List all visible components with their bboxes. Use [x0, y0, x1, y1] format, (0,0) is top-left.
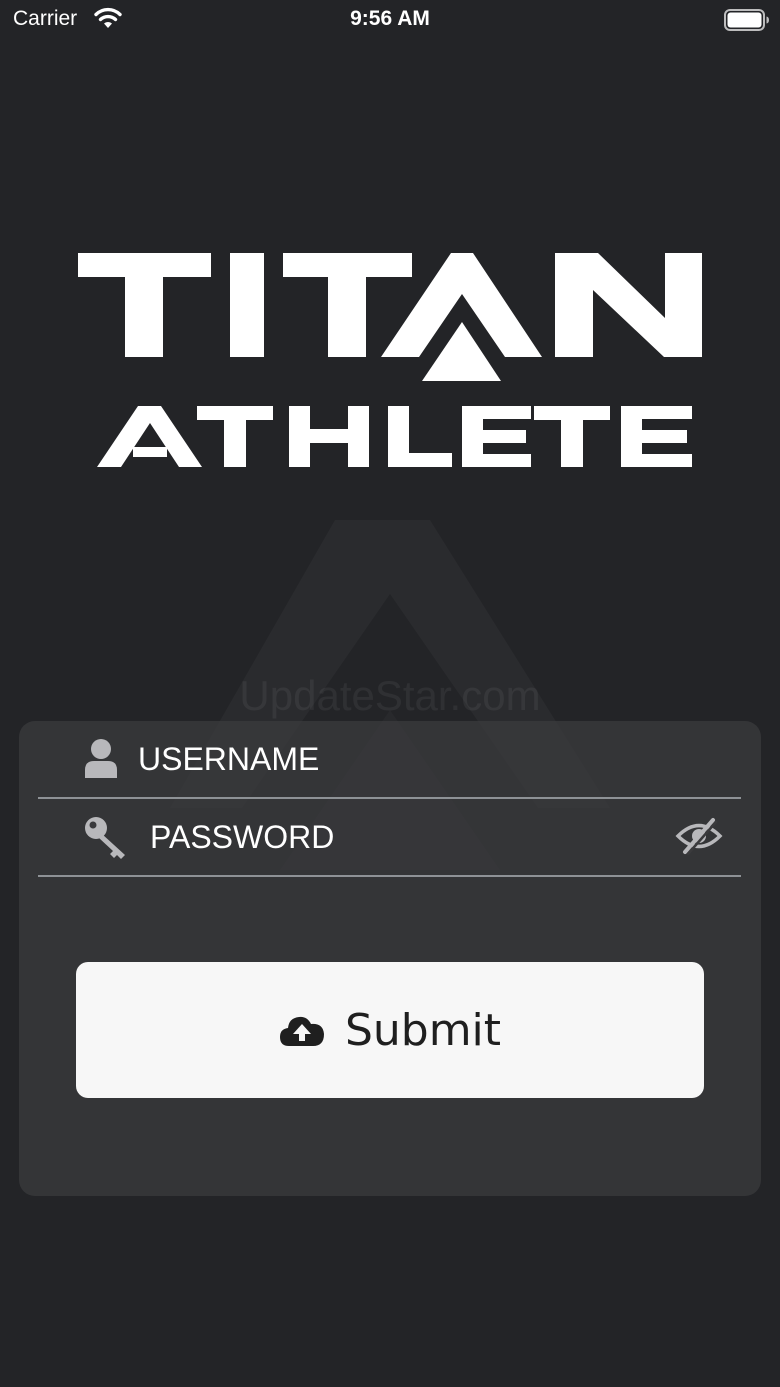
- cloud-upload-icon: [279, 1016, 324, 1046]
- user-icon: [85, 739, 117, 778]
- password-input[interactable]: [150, 816, 670, 858]
- submit-label: Submit: [344, 1004, 502, 1056]
- password-field: [38, 799, 741, 877]
- watermark-text: UpdateStar.com: [239, 672, 541, 719]
- status-bar: Carrier 9:56 AM: [0, 0, 780, 40]
- submit-button[interactable]: Submit: [76, 962, 704, 1098]
- eye-slash-icon[interactable]: [675, 817, 723, 855]
- status-time: 9:56 AM: [350, 7, 430, 30]
- login-card: Submit: [19, 721, 761, 1196]
- key-icon: [85, 817, 125, 859]
- titan-athlete-logo: [78, 253, 702, 467]
- battery-icon: [724, 9, 769, 31]
- username-input[interactable]: [138, 738, 658, 780]
- username-field: [38, 721, 741, 799]
